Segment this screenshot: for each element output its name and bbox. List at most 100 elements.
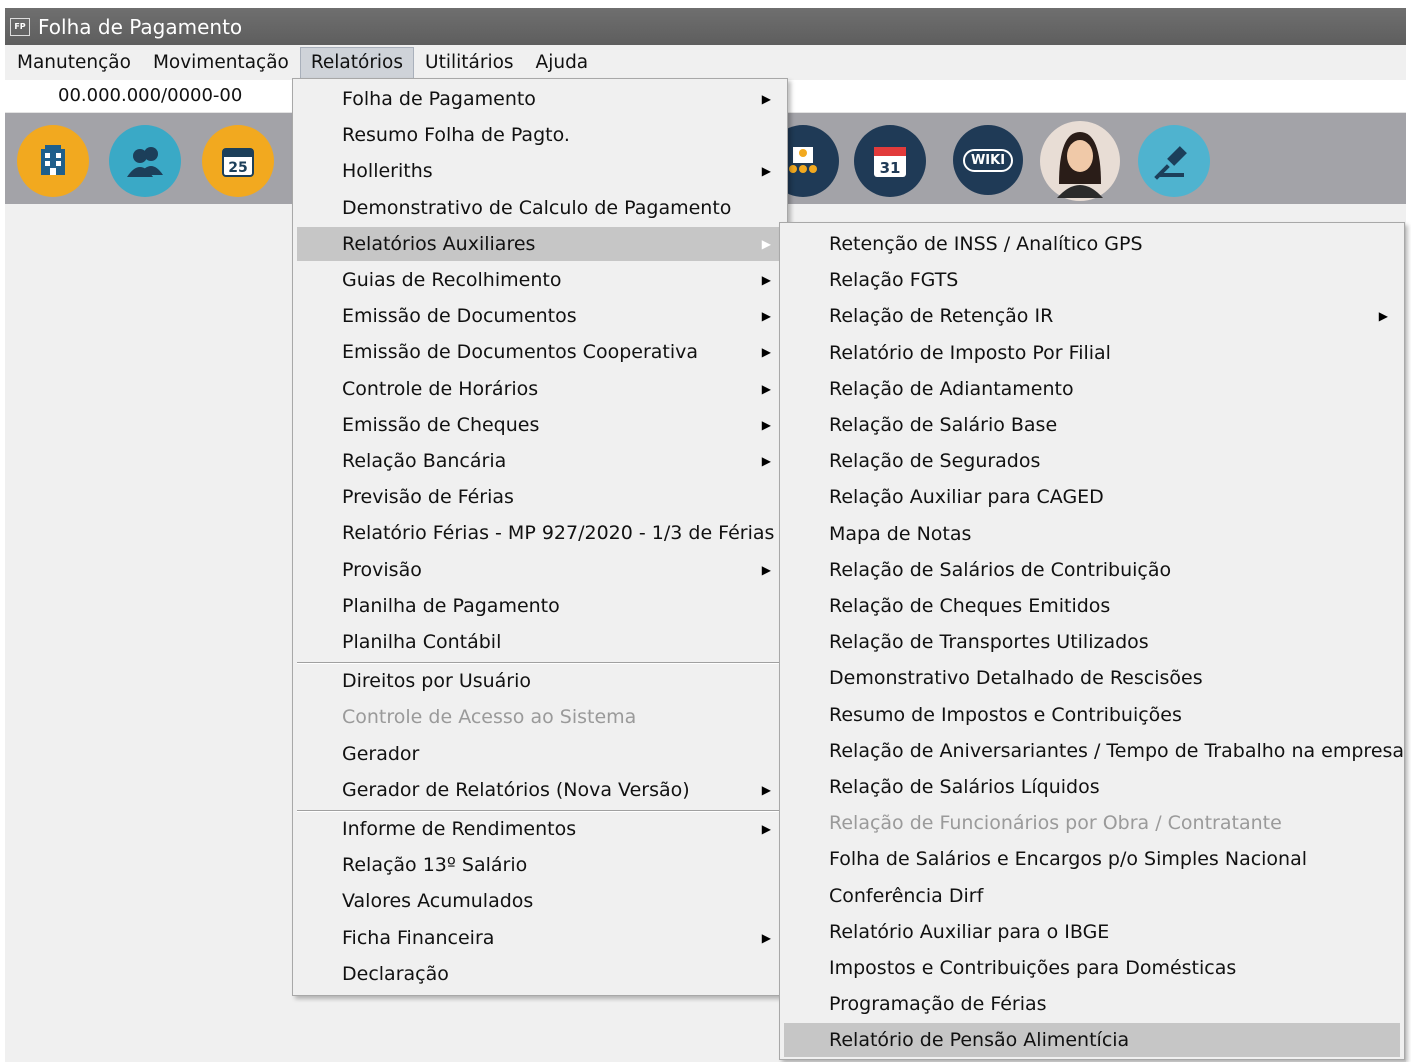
avatar-assistant-icon[interactable] (1040, 121, 1120, 201)
menu-item-emissao-de-documentos[interactable]: Emissão de Documentos ▶ (297, 299, 783, 333)
menu-item-label: Relatórios Auxiliares (342, 232, 536, 255)
menu-item-relacao-13-salario[interactable]: Relação 13º Salário (297, 848, 783, 882)
menu-item-conferencia-dirf[interactable]: Conferência Dirf (784, 879, 1400, 913)
submenu-arrow-icon: ▶ (1378, 309, 1388, 324)
menu-item-relatorio-de-imposto-por-filial[interactable]: Relatório de Imposto Por Filial (784, 336, 1400, 370)
menu-item-label: Folha de Pagamento (342, 88, 536, 110)
menu-item-informe-de-rendimentos[interactable]: Informe de Rendimentos ▶ (297, 812, 783, 846)
menu-item-valores-acumulados[interactable]: Valores Acumulados (297, 884, 783, 918)
menu-item-relacao-de-cheques-emitidos[interactable]: Relação de Cheques Emitidos (784, 589, 1400, 623)
menu-item-relacao-de-segurados[interactable]: Relação de Segurados (784, 444, 1400, 478)
menu-item-label: Declaração (342, 962, 449, 985)
submenu-arrow-icon: ▶ (761, 930, 771, 945)
submenu-arrow-icon: ▶ (761, 273, 771, 287)
menu-item-label: Gerador de Relatórios (Nova Versão) (342, 778, 690, 801)
menu-item-holleriths[interactable]: Holleriths ▶ (297, 154, 783, 188)
menu-item-relacao-fgts[interactable]: Relação FGTS (784, 263, 1400, 297)
building-icon[interactable] (17, 125, 89, 197)
menu-item-label: Guias de Recolhimento (342, 269, 562, 291)
menu-item-controle-de-horarios[interactable]: Controle de Horários ▶ (297, 372, 783, 406)
menu-bar: Manutenção Movimentação Relatórios Utili… (5, 45, 1406, 80)
gavel-icon[interactable] (1138, 125, 1210, 197)
calendar-31-text: 31 (880, 159, 901, 177)
submenu-arrow-icon: ▶ (761, 822, 771, 836)
menu-item-label: Gerador (342, 742, 420, 765)
menu-item-folha-de-salarios-e-encargos-p-o-simples-nacional[interactable]: Folha de Salários e Encargos p/o Simples… (784, 842, 1400, 876)
menu-item-relacao-de-funcionarios-por-obra-contratante: Relação de Funcionários por Obra / Contr… (784, 806, 1400, 840)
menu-item-label: Ficha Financeira (342, 926, 495, 949)
menu-item-label: Relatório de Pensão Alimentícia (829, 1029, 1130, 1052)
menu-item-gerador-de-relatorios-nova-versao[interactable]: Gerador de Relatórios (Nova Versão) ▶ (297, 773, 783, 807)
submenu-arrow-icon: ▶ (761, 164, 771, 179)
menu-item-label: Emissão de Documentos (342, 305, 577, 328)
menu-item-label: Previsão de Férias (342, 486, 514, 509)
users-icon[interactable] (109, 125, 181, 197)
menu-item-label: Relação de Cheques Emitidos (829, 595, 1111, 617)
menu-item-relatorio-ferias-mp-927-2020-1-3-de-ferias[interactable]: Relatório Férias - MP 927/2020 - 1/3 de … (297, 516, 783, 550)
menu-relatorios[interactable]: Relatórios (299, 46, 415, 79)
menu-item-ficha-financeira[interactable]: Ficha Financeira ▶ (297, 921, 783, 955)
menu-item-emissao-de-cheques[interactable]: Emissão de Cheques ▶ (297, 408, 783, 442)
menu-item-controle-de-acesso-ao-sistema: Controle de Acesso ao Sistema (297, 700, 783, 734)
menu-item-planilha-de-pagamento[interactable]: Planilha de Pagamento (297, 589, 783, 623)
menu-item-label: Relação 13º Salário (342, 854, 528, 877)
menu-item-label: Relação de Salário Base (829, 414, 1058, 436)
menu-item-direitos-por-usuario[interactable]: Direitos por Usuário (297, 664, 783, 698)
menu-item-relacao-de-transportes-utilizados[interactable]: Relação de Transportes Utilizados (784, 625, 1400, 659)
menu-item-relatorio-de-pensao-alimenticia[interactable]: Relatório de Pensão Alimentícia (784, 1023, 1400, 1058)
submenu-arrow-icon: ▶ (761, 782, 771, 797)
menu-item-programacao-de-ferias[interactable]: Programação de Férias (784, 987, 1400, 1021)
menu-item-label: Conferência Dirf (829, 884, 984, 907)
wiki-icon[interactable]: WIKI (953, 125, 1023, 195)
menu-item-label: Relatório Férias - MP 927/2020 - 1/3 de … (342, 522, 775, 545)
menu-item-label: Resumo Folha de Pagto. (342, 124, 570, 147)
menu-item-relacao-de-salario-base[interactable]: Relação de Salário Base (784, 408, 1400, 442)
menu-item-label: Relação de Retenção IR (829, 305, 1054, 328)
menu-item-guias-de-recolhimento[interactable]: Guias de Recolhimento ▶ (297, 263, 783, 297)
menu-item-planilha-contabil[interactable]: Planilha Contábil (297, 625, 783, 659)
menu-item-impostos-e-contribuicoes-para-domesticas[interactable]: Impostos e Contribuições para Domésticas (784, 951, 1400, 985)
menu-item-provisao[interactable]: Provisão ▶ (297, 553, 783, 587)
menu-ajuda[interactable]: Ajuda (525, 47, 600, 79)
menu-movimentacao[interactable]: Movimentação (142, 47, 300, 79)
calendar-31-icon[interactable]: 31 (854, 125, 926, 197)
menu-item-relacao-de-salarios-de-contribuicao[interactable]: Relação de Salários de Contribuição (784, 553, 1400, 587)
menu-item-declaracao[interactable]: Declaração (297, 957, 783, 991)
menu-item-mapa-de-notas[interactable]: Mapa de Notas (784, 517, 1400, 551)
menu-item-label: Controle de Acesso ao Sistema (342, 706, 637, 729)
menu-item-label: Direitos por Usuário (342, 670, 532, 693)
menu-item-label: Relação de Transportes Utilizados (829, 631, 1149, 654)
menu-item-label: Programação de Férias (829, 993, 1047, 1016)
menu-item-demonstrativo-de-calculo-de-pagamento[interactable]: Demonstrativo de Calculo de Pagamento (297, 191, 783, 225)
menu-item-label: Impostos e Contribuições para Domésticas (829, 957, 1237, 979)
menu-item-label: Retenção de INSS / Analítico GPS (829, 233, 1143, 255)
menu-item-relacao-bancaria[interactable]: Relação Bancária ▶ (297, 444, 783, 478)
app-icon: FP (10, 17, 30, 36)
menu-item-relatorio-auxiliar-para-o-ibge[interactable]: Relatório Auxiliar para o IBGE (784, 915, 1400, 949)
menu-item-label: Demonstrativo Detalhado de Rescisões (829, 667, 1203, 690)
calendar-25-icon[interactable]: 25 (202, 125, 274, 197)
menu-item-relacao-de-salarios-liquidos[interactable]: Relação de Salários Líquidos (784, 770, 1400, 804)
menu-item-resumo-de-impostos-e-contribuicoes[interactable]: Resumo de Impostos e Contribuições (784, 698, 1400, 732)
menu-item-relacao-auxiliar-para-caged[interactable]: Relação Auxiliar para CAGED (784, 480, 1400, 514)
menu-item-relacao-de-aniversariantes-tempo-de-trabalho-na-empresa[interactable]: Relação de Aniversariantes / Tempo de Tr… (784, 734, 1404, 768)
menu-item-relatorios-auxiliares[interactable]: Relatórios Auxiliares ▶ (297, 226, 783, 261)
menu-item-relacao-de-adiantamento[interactable]: Relação de Adiantamento (784, 372, 1400, 406)
calendar-25-text: 25 (228, 160, 247, 176)
menu-item-resumo-folha-de-pagto[interactable]: Resumo Folha de Pagto. (297, 118, 783, 152)
menu-item-gerador[interactable]: Gerador (297, 737, 783, 771)
menu-item-previsao-de-ferias[interactable]: Previsão de Férias (297, 480, 783, 514)
menu-item-label: Relação de Funcionários por Obra / Contr… (829, 812, 1282, 835)
menu-item-label: Relação de Segurados (829, 450, 1041, 473)
menu-item-emissao-de-documentos-cooperativa[interactable]: Emissão de Documentos Cooperativa ▶ (297, 335, 783, 369)
menu-manutencao[interactable]: Manutenção (6, 47, 142, 79)
menu-item-label: Provisão (342, 558, 422, 581)
menu-item-demonstrativo-detalhado-de-rescisoes[interactable]: Demonstrativo Detalhado de Rescisões (784, 661, 1400, 695)
menu-utilitarios[interactable]: Utilitários (414, 47, 525, 79)
menu-item-retencao-de-inss-analitico-gps[interactable]: Retenção de INSS / Analítico GPS (784, 227, 1400, 261)
menu-item-label: Relação FGTS (829, 269, 959, 292)
menu-item-folha-de-pagamento[interactable]: Folha de Pagamento ▶ (297, 82, 783, 116)
menu-item-relacao-de-retencao-ir[interactable]: Relação de Retenção IR ▶ (784, 299, 1400, 333)
menu-item-label: Demonstrativo de Calculo de Pagamento (342, 196, 732, 219)
wiki-label: WIKI (962, 148, 1014, 172)
